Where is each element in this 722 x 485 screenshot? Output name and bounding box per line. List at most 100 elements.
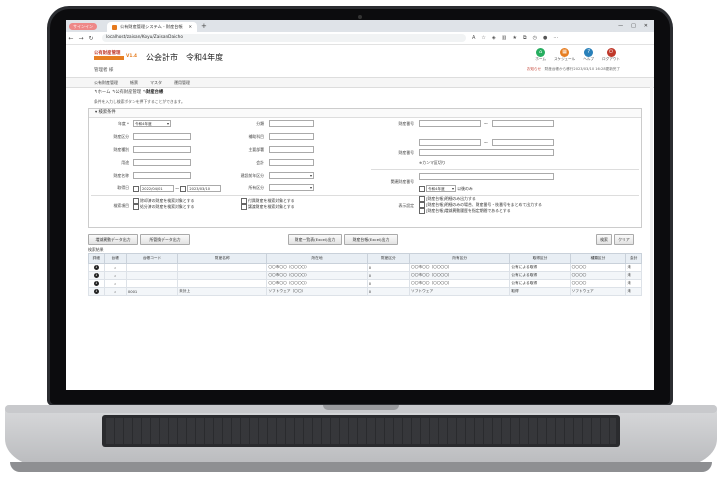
export-list-button[interactable]: 財産一覧表(Excel)出力 bbox=[288, 234, 342, 245]
clear-button[interactable]: クリア bbox=[614, 234, 634, 245]
menu-item-report[interactable]: 帳票 bbox=[130, 80, 138, 86]
detail-cell[interactable]: 1 bbox=[88, 279, 105, 288]
home-button[interactable]: ⌂ ホーム bbox=[535, 48, 546, 62]
profile-icon[interactable]: ● bbox=[543, 35, 547, 41]
col-header[interactable]: 所在地 bbox=[266, 253, 368, 264]
related-label: 関連財産番号 bbox=[390, 179, 414, 184]
minimize-icon[interactable]: — bbox=[618, 23, 623, 29]
table-cell: 〇〇市〇〇（〇〇〇〇） bbox=[409, 271, 511, 280]
search-icon[interactable]: ⌕ bbox=[114, 282, 116, 286]
hokan-input[interactable] bbox=[269, 133, 314, 140]
extension-icon[interactable]: ◈ bbox=[492, 35, 496, 41]
scrollbar[interactable] bbox=[650, 80, 653, 330]
zaisan-kbn-input[interactable] bbox=[419, 149, 554, 156]
panel-header[interactable]: ▾ 検索条件 bbox=[89, 109, 641, 118]
edit-cell[interactable]: ⌕ bbox=[103, 263, 127, 272]
edit-cell[interactable]: ⌕ bbox=[103, 287, 127, 296]
daichou-input[interactable] bbox=[133, 133, 191, 140]
menu-item-admin[interactable]: 運用管理 bbox=[174, 80, 190, 86]
detail-icon[interactable]: 1 bbox=[93, 289, 99, 294]
logout-button[interactable]: ⏻ ログアウト bbox=[602, 48, 620, 62]
date-to-checkbox[interactable] bbox=[180, 186, 187, 192]
date-from-checkbox[interactable] bbox=[133, 186, 139, 192]
menu-item-koyu[interactable]: 公有財産管理 bbox=[94, 80, 118, 86]
new-tab-button[interactable]: + bbox=[201, 22, 207, 30]
related-input[interactable] bbox=[419, 173, 554, 180]
nendo-select[interactable]: 令和4年度 bbox=[133, 120, 171, 127]
maximize-icon[interactable]: □ bbox=[631, 23, 636, 29]
more-icon[interactable]: ⋯ bbox=[553, 35, 558, 41]
col-header[interactable]: 台帳コード bbox=[125, 253, 179, 264]
edit-cell[interactable]: ⌕ bbox=[103, 271, 127, 280]
search-button[interactable]: 検索 bbox=[596, 234, 612, 245]
search-icon[interactable]: ⌕ bbox=[114, 266, 116, 270]
hyouji-checkbox-3[interactable] bbox=[419, 208, 425, 214]
youto-input[interactable] bbox=[133, 159, 191, 166]
kaikeikubun-select[interactable] bbox=[269, 184, 314, 191]
history-icon[interactable]: ◷ bbox=[533, 35, 537, 41]
tab-close-icon[interactable]: ✕ bbox=[188, 22, 192, 32]
zaisan-no-to[interactable] bbox=[492, 120, 554, 127]
date-from-input[interactable]: 2022/04/01 bbox=[140, 185, 174, 192]
detail-icon[interactable]: 1 bbox=[93, 281, 99, 286]
col-header[interactable]: 会計 bbox=[625, 253, 642, 264]
read-aloud-icon[interactable]: A bbox=[472, 35, 475, 41]
export-zougen-button[interactable]: 増減異動データ出力 bbox=[88, 234, 138, 245]
col-header[interactable]: 詳細 bbox=[88, 253, 105, 264]
close-window-icon[interactable]: ✕ bbox=[644, 23, 648, 29]
table-row[interactable]: 1 ⌕ 〇〇市〇〇（〇〇〇〇） 0 〇〇市〇〇（〇〇〇〇） 公有による取得 〇〇〇〇未 bbox=[88, 271, 642, 280]
kensaku-options: 除却済の財産を検索対象とする 処分済の財産を検索対象とする bbox=[133, 198, 194, 210]
kensaku-checkbox-2[interactable] bbox=[133, 204, 139, 210]
shuyou-input[interactable] bbox=[269, 146, 314, 153]
zaisan-kbn-to[interactable] bbox=[492, 139, 554, 146]
favorites-icon[interactable]: ★ bbox=[513, 35, 517, 41]
profile-button[interactable]: サインイン bbox=[69, 22, 97, 30]
collections-icon[interactable]: ⧉ bbox=[523, 35, 527, 41]
url-input[interactable]: localhost/zaisan/Koyu/ZaisanDaicho bbox=[102, 34, 466, 42]
browser-tab[interactable]: 公有財産管理システム - 財産台帳 ✕ bbox=[107, 22, 197, 32]
zaisanmei-input[interactable] bbox=[133, 172, 191, 179]
menu-item-master[interactable]: マスタ bbox=[150, 80, 162, 86]
koukou-select[interactable] bbox=[269, 172, 314, 179]
detail-cell[interactable]: 1 bbox=[88, 263, 105, 272]
export-shokan-button[interactable]: 所管換データ出力 bbox=[140, 234, 190, 245]
kaikei-input[interactable] bbox=[269, 159, 314, 166]
date-to-input[interactable]: 2023/03/10 bbox=[187, 185, 222, 192]
zaisan-no-from[interactable] bbox=[419, 120, 481, 127]
reload-icon[interactable]: ↻ bbox=[86, 35, 96, 42]
shurui-input[interactable] bbox=[133, 146, 191, 153]
back-icon[interactable]: ← bbox=[66, 35, 76, 42]
col-header[interactable]: 所有区分 bbox=[409, 253, 511, 264]
export-daicho-button[interactable]: 財産台帳(Excel)出力 bbox=[344, 234, 398, 245]
edit-cell[interactable]: ⌕ bbox=[103, 279, 127, 288]
kensaku-option-3: 付属財産を検索対象とする bbox=[248, 198, 295, 203]
zaisan-kbn-from[interactable] bbox=[419, 139, 481, 146]
search-icon[interactable]: ⌕ bbox=[114, 290, 116, 294]
table-cell: ソフトウェア bbox=[569, 287, 627, 296]
table-row[interactable]: 1 ⌕ 〇〇市〇〇（〇〇〇〇） 0 〇〇市〇〇（〇〇〇〇） 公有による取得 〇〇〇〇未 bbox=[88, 263, 642, 272]
col-header[interactable]: 種類区分 bbox=[569, 253, 627, 264]
col-header[interactable]: 財産名称 bbox=[177, 253, 268, 264]
hyouji-options: [財産台帳]明細のみ出力する [財産台帳]明細のみの場合、財産番号・枝番号をまと… bbox=[419, 196, 542, 214]
kanri-input[interactable] bbox=[269, 120, 314, 127]
star-icon[interactable]: ☆ bbox=[481, 35, 485, 41]
nendo-filter-select[interactable]: 令和4年度 bbox=[426, 185, 456, 192]
detail-icon[interactable]: 1 bbox=[93, 273, 99, 278]
schedule-button[interactable]: ▦ スケジュール bbox=[554, 48, 575, 62]
detail-cell[interactable]: 1 bbox=[88, 287, 105, 296]
detail-cell[interactable]: 1 bbox=[88, 271, 105, 280]
nendo-filter-checkbox[interactable] bbox=[419, 186, 425, 192]
col-header[interactable]: 取得区分 bbox=[509, 253, 571, 264]
search-icon[interactable]: ⌕ bbox=[114, 274, 116, 278]
forward-icon[interactable]: → bbox=[76, 35, 86, 42]
col-header[interactable]: 台帳 bbox=[103, 253, 127, 264]
help-button[interactable]: ? ヘルプ bbox=[583, 48, 594, 62]
col-header[interactable]: 財産区分 bbox=[366, 253, 411, 264]
table-row[interactable]: 1 ⌕ 〇〇市〇〇（〇〇〇〇） 0 〇〇市〇〇（〇〇〇〇） 公有による取得 〇〇〇〇未 bbox=[88, 279, 642, 288]
kensaku-checkbox-4[interactable] bbox=[241, 204, 247, 210]
breadcrumb-parent[interactable]: 公有財産管理 bbox=[115, 90, 141, 95]
detail-icon[interactable]: 1 bbox=[93, 265, 99, 270]
breadcrumb-home[interactable]: ホーム bbox=[98, 90, 111, 95]
table-row[interactable]: 1 ⌕ 0001 未計上 ソフトウェア（〇〇） 0 ソフトウェア 取得 ソフトウェア未 bbox=[88, 287, 642, 296]
split-icon[interactable]: ▥ bbox=[502, 35, 507, 41]
